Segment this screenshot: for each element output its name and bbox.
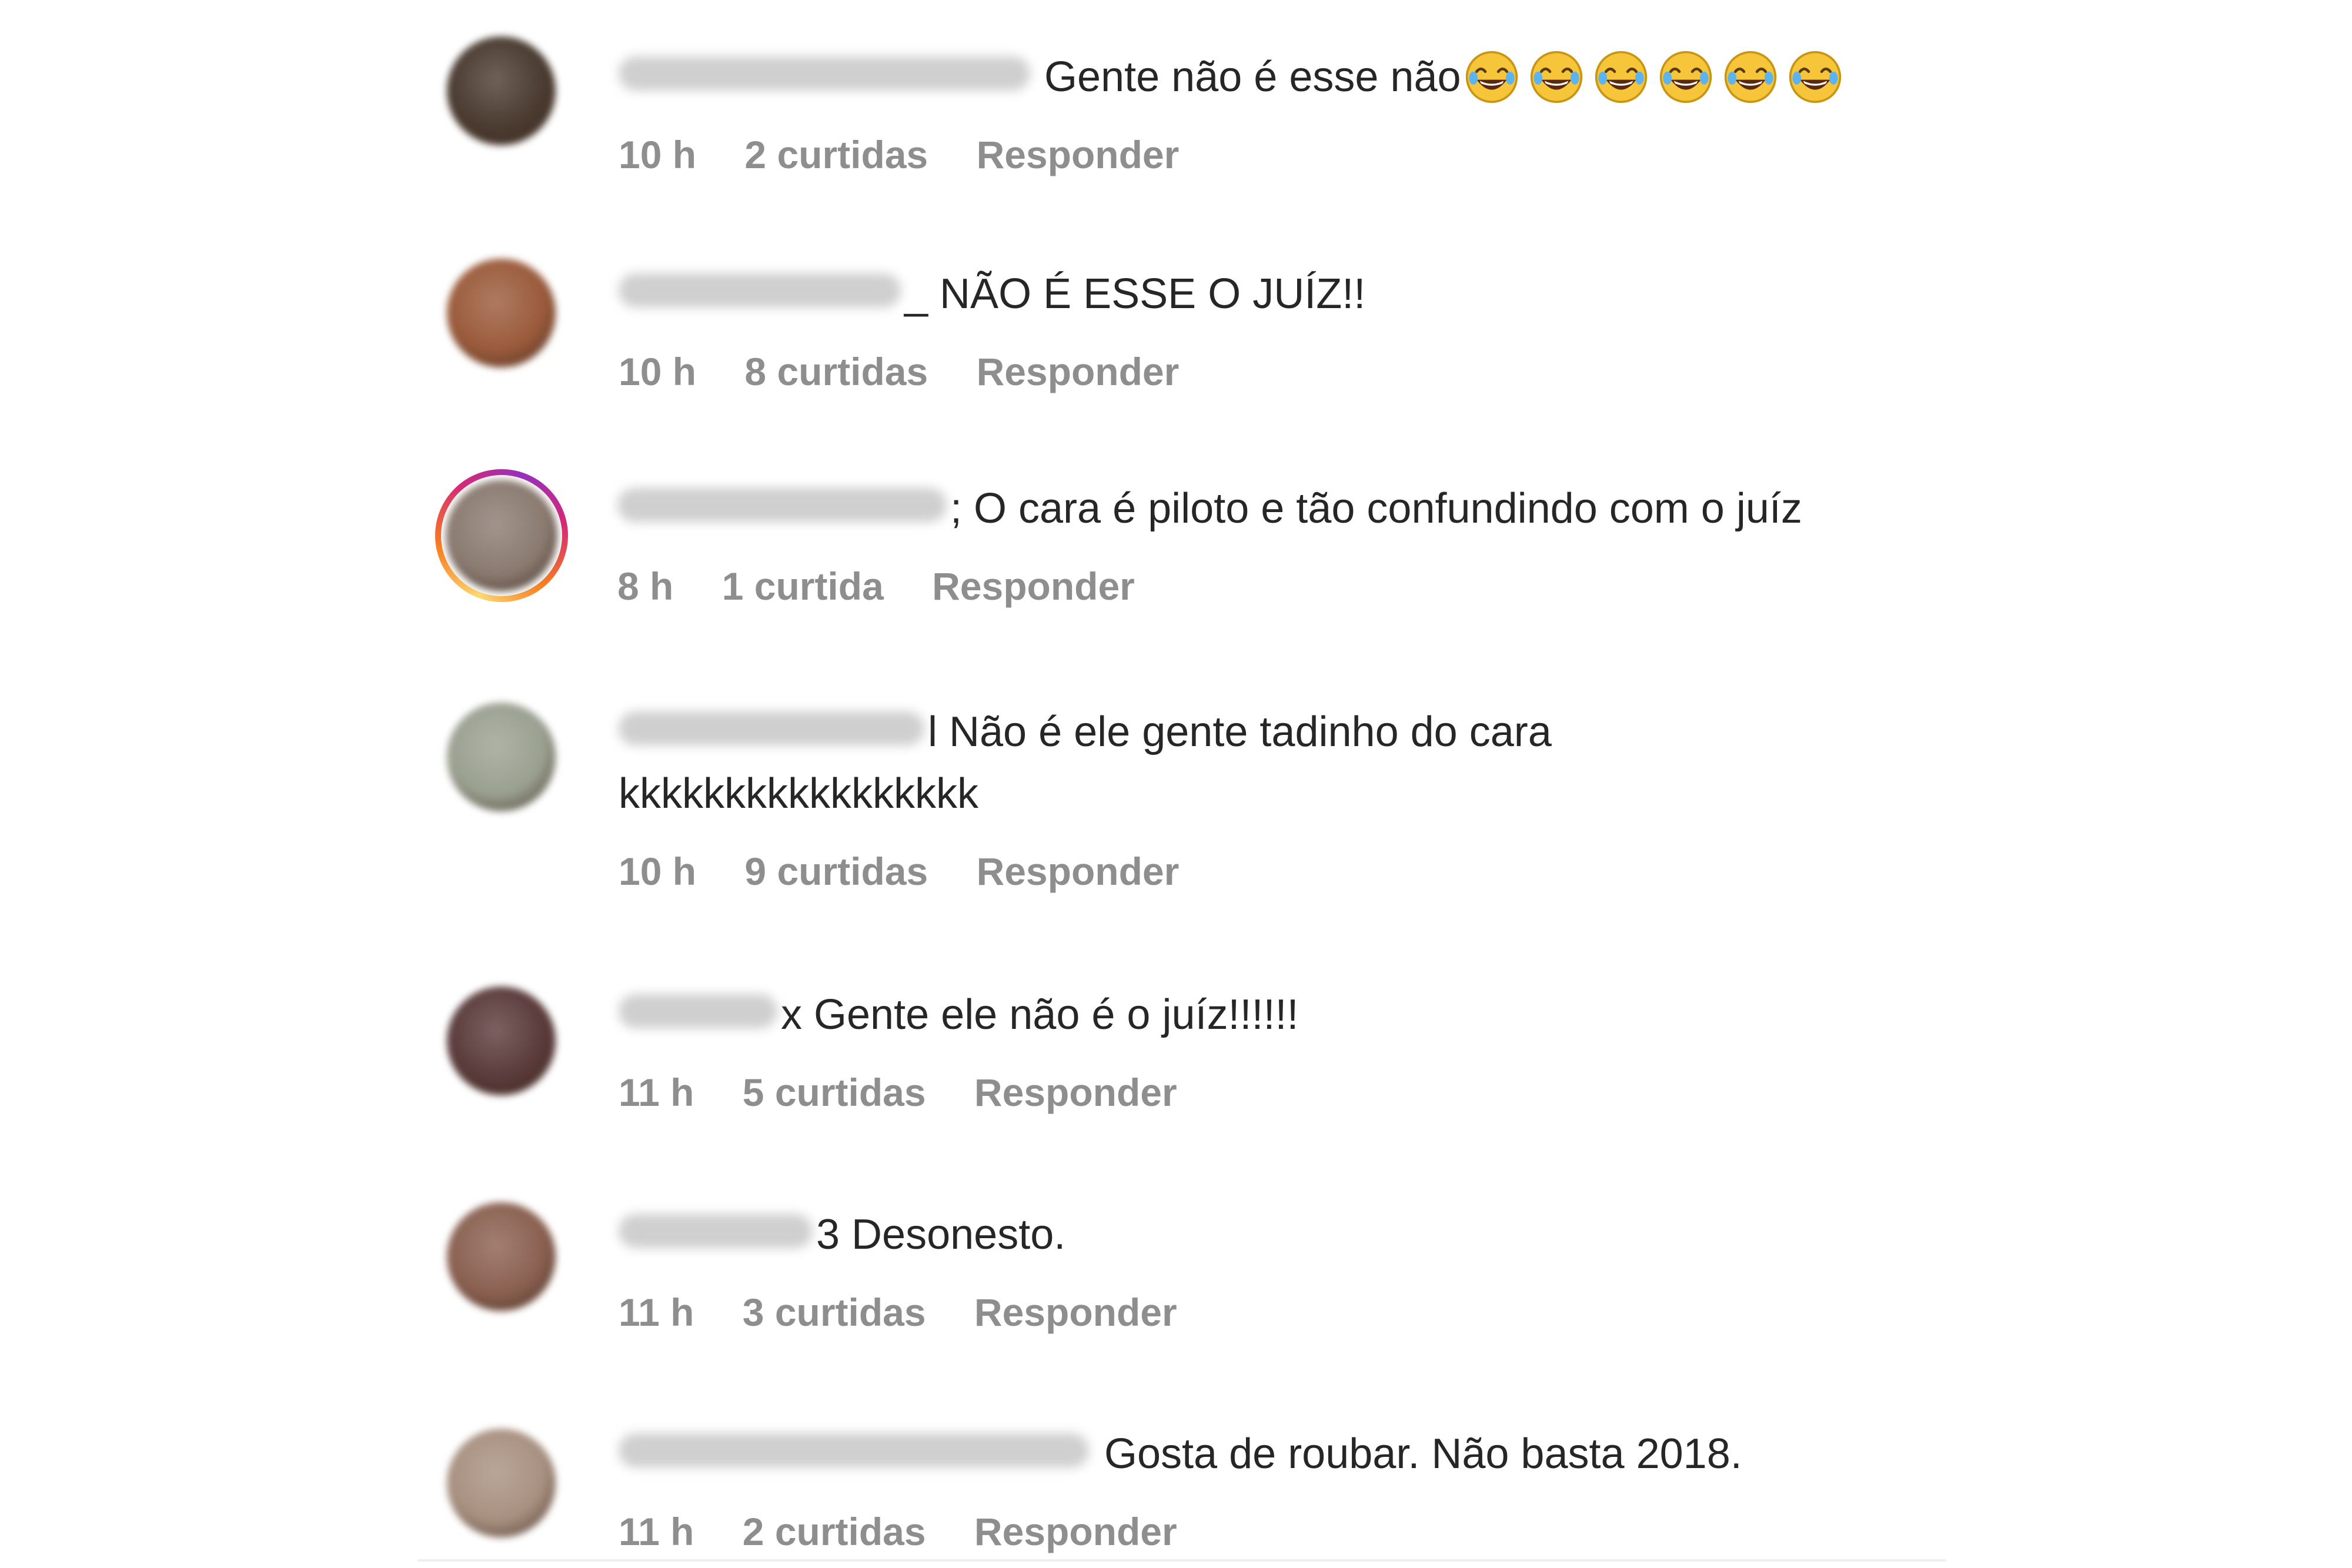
comment-text-line: ; O cara é piloto e tão confundindo com …	[617, 476, 1970, 538]
comment-time[interactable]: 10 h	[619, 350, 696, 393]
reply-button[interactable]: Responder	[977, 133, 1180, 176]
avatar[interactable]	[447, 1429, 556, 1537]
comment-likes[interactable]: 2 curtidas	[743, 1510, 926, 1553]
comment-body: x Gente ele não é o juíz!!!!!! 11 h 5 cu…	[619, 982, 1971, 1116]
comment-meta: 8 h 1 curtida Responder	[617, 563, 1970, 610]
comment-text-line: 3 Desonesto.	[619, 1202, 1971, 1264]
comment-text-continuation: kkkkkkkkkkkkkkkkk	[619, 770, 978, 817]
comment-likes[interactable]: 5 curtidas	[743, 1071, 926, 1114]
username-blurred[interactable]	[619, 1433, 1089, 1467]
avatar	[446, 480, 557, 591]
reply-button[interactable]: Responder	[974, 1510, 1177, 1553]
avatar[interactable]	[447, 259, 556, 367]
face-with-tears-of-joy-icon	[1789, 51, 1841, 103]
comment-text-line: Gosta de roubar. Não basta 2018.	[619, 1422, 1971, 1483]
comment-time[interactable]: 11 h	[619, 1071, 694, 1114]
comment-meta: 11 h 5 curtidas Responder	[619, 1069, 1971, 1116]
comment-likes[interactable]: 8 curtidas	[744, 350, 928, 393]
reply-button[interactable]: Responder	[974, 1290, 1177, 1334]
username-blurred[interactable]	[619, 994, 777, 1028]
comment-likes[interactable]: 3 curtidas	[743, 1290, 926, 1334]
comment-body: Gosta de roubar. Não basta 2018. 11 h 2 …	[619, 1422, 1971, 1555]
username-blurred[interactable]	[619, 1213, 813, 1248]
username-blurred[interactable]	[619, 273, 901, 307]
comment-text-line-2: kkkkkkkkkkkkkkkkk	[619, 761, 1971, 823]
comment-text: Gosta de roubar. Não basta 2018.	[1104, 1430, 1742, 1477]
comment-meta: 10 h 9 curtidas Responder	[619, 848, 1971, 895]
reply-button[interactable]: Responder	[977, 350, 1180, 393]
divider	[417, 1559, 1946, 1562]
comment-body: 3 Desonesto. 11 h 3 curtidas Responder	[619, 1202, 1971, 1336]
emoji-row	[1465, 45, 1853, 104]
avatar[interactable]	[447, 1202, 556, 1311]
face-with-tears-of-joy-icon	[1530, 51, 1582, 103]
comment-body: _ NÃO É ESSE O JUÍZ!! 10 h 8 curtidas Re…	[619, 262, 1971, 395]
comment-likes[interactable]: 2 curtidas	[744, 133, 928, 176]
avatar[interactable]	[447, 703, 556, 811]
comment-time[interactable]: 8 h	[617, 564, 673, 608]
comment-text-line: x Gente ele não é o juíz!!!!!!	[619, 982, 1971, 1044]
comment-likes[interactable]: 9 curtidas	[744, 850, 928, 893]
avatar[interactable]	[447, 36, 556, 145]
comment-text: 3 Desonesto.	[816, 1211, 1066, 1258]
reply-button[interactable]: Responder	[974, 1071, 1177, 1114]
comment-likes[interactable]: 1 curtida	[722, 564, 884, 608]
comment-text-line: l Não é ele gente tadinho do cara	[619, 700, 1971, 761]
username-blurred[interactable]	[617, 487, 947, 522]
comment-text: ; O cara é piloto e tão confundindo com …	[950, 484, 1802, 532]
comment-meta: 10 h 8 curtidas Responder	[619, 348, 1971, 395]
comment-text: _ NÃO É ESSE O JUÍZ!!	[904, 270, 1366, 317]
comment-text: x Gente ele não é o juíz!!!!!!	[781, 991, 1299, 1038]
username-blurred[interactable]	[619, 711, 924, 745]
face-with-tears-of-joy-icon	[1659, 51, 1712, 103]
reply-button[interactable]: Responder	[977, 850, 1180, 893]
comment-body: Gente não é esse não 10 h 2 curtidas Res…	[619, 45, 1971, 178]
comment-text-line: _ NÃO É ESSE O JUÍZ!!	[619, 262, 1971, 323]
comment-text: Gente não é esse não	[1044, 53, 1461, 101]
comment-time[interactable]: 10 h	[619, 133, 696, 176]
comment-time[interactable]: 11 h	[619, 1510, 694, 1553]
comment-time[interactable]: 10 h	[619, 850, 696, 893]
avatar[interactable]	[447, 987, 556, 1095]
comment-meta: 11 h 2 curtidas Responder	[619, 1508, 1971, 1555]
comment-text-line: Gente não é esse não	[619, 45, 1971, 106]
username-blurred[interactable]	[619, 56, 1030, 91]
reply-button[interactable]: Responder	[932, 564, 1135, 608]
face-with-tears-of-joy-icon	[1724, 51, 1776, 103]
comment-body: l Não é ele gente tadinho do cara kkkkkk…	[619, 700, 1971, 895]
comment-list: Gente não é esse não 10 h 2 curtidas Res…	[0, 0, 2352, 1568]
comment-body: ; O cara é piloto e tão confundindo com …	[617, 476, 1970, 610]
comment-meta: 10 h 2 curtidas Responder	[619, 131, 1971, 178]
comment-text: l Não é ele gente tadinho do cara	[928, 708, 1552, 755]
face-with-tears-of-joy-icon	[1465, 51, 1518, 103]
face-with-tears-of-joy-icon	[1595, 51, 1647, 103]
comment-time[interactable]: 11 h	[619, 1290, 694, 1334]
comment-meta: 11 h 3 curtidas Responder	[619, 1289, 1971, 1336]
avatar-story-ring[interactable]	[435, 469, 568, 602]
